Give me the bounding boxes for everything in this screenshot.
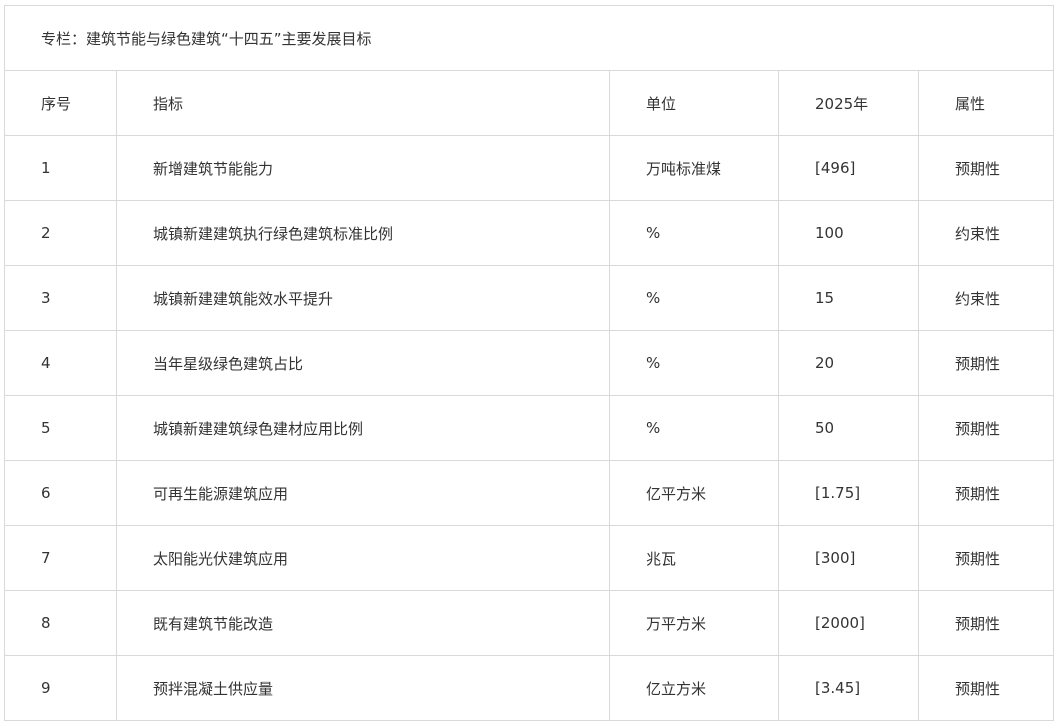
cell-value-2025: 50 (778, 395, 919, 461)
table-row: 7 太阳能光伏建筑应用 兆瓦 [300] 预期性 (4, 525, 1055, 591)
goals-table: 专栏：建筑节能与绿色建筑“十四五”主要发展目标 序号 指标 单位 2025年 属… (3, 5, 1055, 721)
cell-index: 1 (4, 135, 117, 201)
table-row: 2 城镇新建建筑执行绿色建筑标准比例% 100 约束性 (4, 200, 1055, 266)
cell-value-2025: [300] (778, 525, 919, 591)
cell-unit: 兆瓦 (609, 525, 779, 591)
cell-value-2025: [2000] (778, 590, 919, 656)
header-indicator: 指标 (116, 70, 610, 136)
cell-index: 4 (4, 330, 117, 396)
table-row: 4 当年星级绿色建筑占比% 20 预期性 (4, 330, 1055, 396)
cell-index: 9 (4, 655, 117, 721)
table-caption: 专栏：建筑节能与绿色建筑“十四五”主要发展目标 (3, 5, 1055, 71)
cell-value-2025: 15 (778, 265, 919, 331)
table-row: 6 可再生能源建筑应用 亿平方米 [1.75] 预期性 (4, 460, 1055, 526)
cell-attribute: 预期性 (917, 395, 1055, 461)
cell-unit: 亿立方米 (609, 655, 779, 721)
cell-index: 3 (4, 265, 117, 331)
cell-index: 7 (4, 525, 117, 591)
cell-attribute: 预期性 (917, 135, 1055, 201)
cell-value-2025: 20 (778, 330, 919, 396)
table-row: 3 城镇新建建筑能效水平提升% 15 约束性 (4, 265, 1055, 331)
goals-table-container: 专栏：建筑节能与绿色建筑“十四五”主要发展目标 序号 指标 单位 2025年 属… (3, 5, 1055, 721)
cell-value-2025: [1.75] (778, 460, 919, 526)
cell-attribute: 约束性 (917, 265, 1055, 331)
cell-unit: 万吨标准煤 (609, 135, 779, 201)
cell-unit: 亿平方米 (609, 460, 779, 526)
header-unit: 单位 (609, 70, 779, 136)
cell-index: 6 (4, 460, 117, 526)
table-caption-row: 专栏：建筑节能与绿色建筑“十四五”主要发展目标 (3, 5, 1055, 71)
table-row: 9 预拌混凝土供应量 亿立方米 [3.45] 预期性 (4, 655, 1055, 721)
cell-value-2025: [496] (778, 135, 919, 201)
table-row: 8 既有建筑节能改造 万平方米 [2000] 预期性 (4, 590, 1055, 656)
cell-unit: % (609, 330, 779, 396)
table-row: 1 新增建筑节能能力 万吨标准煤 [496] 预期性 (4, 135, 1055, 201)
cell-attribute: 预期性 (917, 460, 1055, 526)
cell-indicator: 可再生能源建筑应用 (116, 460, 610, 526)
table-header-row: 序号 指标 单位 2025年 属性 (4, 70, 1055, 136)
cell-attribute: 预期性 (917, 330, 1055, 396)
cell-index: 5 (4, 395, 117, 461)
table-row: 5 城镇新建建筑绿色建材应用比例% 50 预期性 (4, 395, 1055, 461)
cell-attribute: 预期性 (917, 590, 1055, 656)
cell-attribute: 预期性 (917, 525, 1055, 591)
cell-indicator: 城镇新建建筑绿色建材应用比例 (116, 395, 610, 461)
cell-indicator: 预拌混凝土供应量 (116, 655, 610, 721)
cell-unit: % (609, 200, 779, 266)
cell-unit: % (609, 395, 779, 461)
cell-unit: % (609, 265, 779, 331)
header-index: 序号 (4, 70, 117, 136)
cell-index: 2 (4, 200, 117, 266)
cell-indicator: 当年星级绿色建筑占比 (116, 330, 610, 396)
cell-indicator: 新增建筑节能能力 (116, 135, 610, 201)
cell-attribute: 预期性 (917, 655, 1055, 721)
cell-value-2025: [3.45] (778, 655, 919, 721)
header-attribute: 属性 (917, 70, 1055, 136)
cell-indicator: 太阳能光伏建筑应用 (116, 525, 610, 591)
cell-indicator: 既有建筑节能改造 (116, 590, 610, 656)
cell-indicator: 城镇新建建筑能效水平提升 (116, 265, 610, 331)
cell-index: 8 (4, 590, 117, 656)
cell-unit: 万平方米 (609, 590, 779, 656)
cell-indicator: 城镇新建建筑执行绿色建筑标准比例 (116, 200, 610, 266)
cell-value-2025: 100 (778, 200, 919, 266)
cell-attribute: 约束性 (917, 200, 1055, 266)
header-year: 2025年 (778, 70, 919, 136)
